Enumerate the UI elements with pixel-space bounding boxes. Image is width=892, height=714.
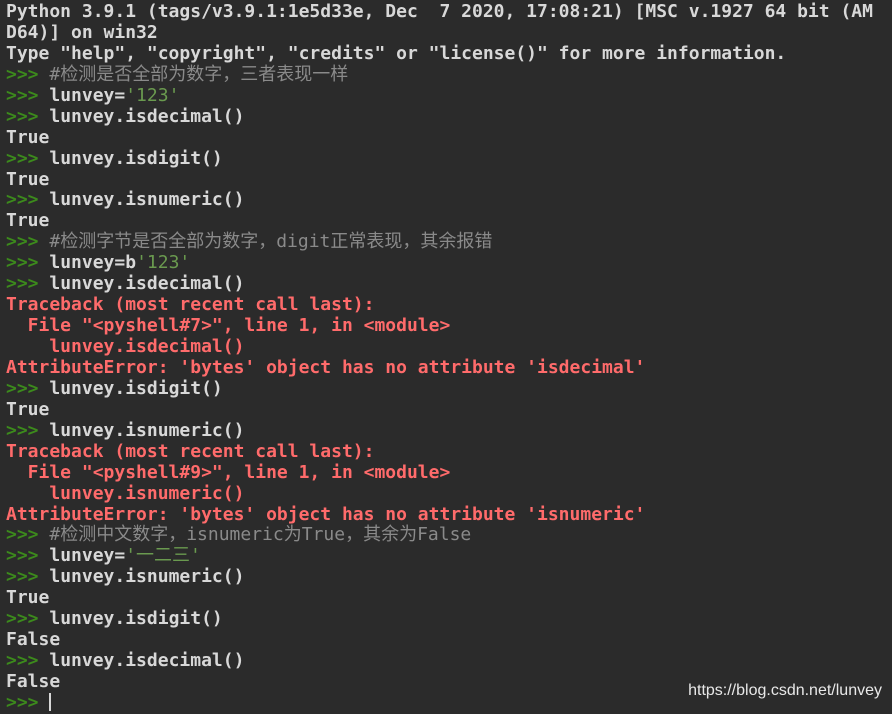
shell-line: >>> lunvey=b'123': [6, 252, 873, 274]
output-text: False: [6, 671, 61, 692]
code-text: lunvey.isdigit(): [49, 377, 223, 399]
shell-line: Type "help", "copyright", "credits" or "…: [6, 42, 873, 65]
shell-line: File "<pyshell#7>", line 1, in <module>: [6, 315, 873, 337]
shell-line: True: [6, 168, 873, 191]
output-text: False: [6, 629, 61, 651]
prompt-marker: >>>: [6, 608, 50, 630]
shell-line: >>> #检测字节是否全部为数字，digit正常表现，其余报错: [6, 231, 873, 253]
prompt-marker: >>>: [6, 231, 50, 253]
shell-line: >>> lunvey.isdecimal(): [6, 650, 873, 672]
prompt-marker: >>>: [6, 691, 50, 713]
output-text: True: [6, 126, 50, 148]
error-text: AttributeError: 'bytes' object has no at…: [6, 356, 646, 378]
code-text: lunvey.isnumeric(): [49, 189, 245, 211]
prompt-marker: >>>: [6, 566, 50, 588]
comment-text: #检测中文数字，isnumeric为True，其余为False: [49, 524, 472, 546]
error-text: File "<pyshell#7>", line 1, in <module>: [6, 315, 451, 337]
watermark: https://blog.csdn.net/lunvey: [688, 682, 882, 699]
shell-line: >>> lunvey.isdecimal(): [6, 273, 873, 295]
code-text: lunvey.isdigit(): [49, 147, 223, 169]
shell-line: >>> lunvey='一二三': [6, 545, 873, 567]
shell-line: >>> lunvey.isdecimal(): [6, 105, 873, 128]
shell-line: >>> lunvey.isdigit(): [6, 377, 873, 400]
shell-line: lunvey.isnumeric(): [6, 482, 873, 505]
prompt-marker: >>>: [6, 419, 50, 441]
output-text: Python 3.9.1 (tags/v3.9.1:1e5d33e, Dec 7…: [6, 1, 873, 22]
shell-line: File "<pyshell#9>", line 1, in <module>: [6, 461, 873, 484]
error-text: AttributeError: 'bytes' object has no at…: [6, 503, 646, 525]
shell-line: lunvey.isdecimal(): [6, 336, 873, 358]
code-text: lunvey.isnumeric(): [49, 566, 245, 588]
prompt-marker: >>>: [6, 189, 50, 211]
shell-line: >>> lunvey.isnumeric(): [6, 419, 873, 442]
code-text: lunvey.isdecimal(): [49, 273, 245, 295]
prompt-marker: >>>: [6, 524, 50, 546]
shell-line: AttributeError: 'bytes' object has no at…: [6, 503, 873, 526]
error-text: Traceback (most recent call last):: [6, 440, 375, 462]
string-text: '123': [125, 84, 180, 106]
prompt-marker: >>>: [6, 63, 50, 85]
prompt-marker: >>>: [6, 105, 50, 127]
prompt-marker: >>>: [6, 252, 50, 274]
code-text: lunvey.isdecimal(): [49, 105, 245, 127]
shell-line: Python 3.9.1 (tags/v3.9.1:1e5d33e, Dec 7…: [6, 1, 873, 23]
shell-line: >>> #检测中文数字，isnumeric为True，其余为False: [6, 524, 873, 546]
output-text: D64)] on win32: [6, 21, 158, 43]
error-text: lunvey.isnumeric(): [6, 482, 245, 504]
output-text: True: [6, 168, 50, 190]
python-shell-output[interactable]: Python 3.9.1 (tags/v3.9.1:1e5d33e, Dec 7…: [6, 1, 873, 714]
string-text: '123': [136, 252, 191, 274]
shell-line: True: [6, 126, 873, 149]
code-text: lunvey=b: [49, 252, 137, 274]
code-text: lunvey.isdecimal(): [49, 650, 245, 672]
shell-line: >>> lunvey='123': [6, 84, 873, 107]
output-text: Type "help", "copyright", "credits" or "…: [6, 42, 787, 64]
comment-text: #检测是否全部为数字，三者表现一样: [49, 63, 349, 85]
shell-line: Traceback (most recent call last):: [6, 294, 873, 316]
error-text: lunvey.isdecimal(): [6, 336, 245, 357]
output-text: True: [6, 587, 50, 609]
prompt-marker: >>>: [6, 650, 50, 672]
shell-line: True: [6, 398, 873, 421]
shell-line: True: [6, 210, 873, 232]
shell-line: Traceback (most recent call last):: [6, 440, 873, 463]
prompt-marker: >>>: [6, 84, 50, 106]
code-text: lunvey=: [49, 84, 126, 106]
comment-text: #检测字节是否全部为数字，digit正常表现，其余报错: [49, 231, 493, 253]
shell-line: >>> #检测是否全部为数字，三者表现一样: [6, 63, 873, 86]
prompt-marker: >>>: [6, 377, 50, 399]
error-text: Traceback (most recent call last):: [6, 294, 375, 316]
prompt-marker: >>>: [6, 147, 50, 169]
shell-line: D64)] on win32: [6, 21, 873, 44]
string-text: '一二三': [125, 545, 201, 567]
shell-line: False: [6, 629, 873, 651]
code-text: lunvey.isnumeric(): [49, 419, 245, 441]
code-text: lunvey=: [49, 545, 126, 567]
prompt-marker: >>>: [6, 273, 50, 295]
prompt-marker: >>>: [6, 545, 50, 567]
shell-line: >>> lunvey.isdigit(): [6, 608, 873, 630]
output-text: True: [6, 210, 50, 232]
shell-line: AttributeError: 'bytes' object has no at…: [6, 356, 873, 379]
shell-line: >>> lunvey.isnumeric(): [6, 566, 873, 588]
error-text: File "<pyshell#9>", line 1, in <module>: [6, 461, 451, 483]
code-text: lunvey.isdigit(): [49, 608, 223, 630]
shell-line: >>> lunvey.isdigit(): [6, 147, 873, 170]
text-cursor[interactable]: [49, 692, 52, 711]
shell-line: >>> lunvey.isnumeric(): [6, 189, 873, 211]
shell-line: True: [6, 587, 873, 609]
output-text: True: [6, 398, 50, 420]
